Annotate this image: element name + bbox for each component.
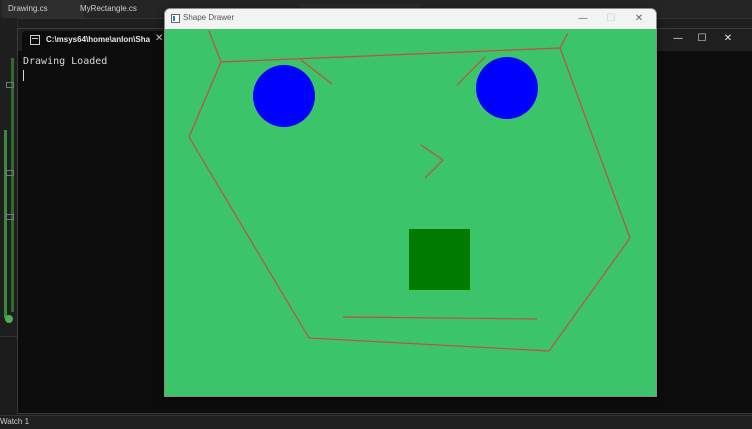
mouth-rectangle bbox=[409, 229, 470, 290]
terminal-cursor bbox=[23, 70, 24, 81]
line-shape bbox=[420, 144, 444, 161]
collapse-icon[interactable] bbox=[6, 170, 14, 176]
line-shapes bbox=[188, 30, 631, 352]
line-shape bbox=[188, 61, 222, 138]
change-indicator bbox=[4, 130, 7, 318]
line-shape bbox=[188, 136, 310, 339]
maximize-button[interactable]: ☐ bbox=[599, 11, 623, 27]
shape-drawer-window: Shape Drawer — ☐ ✕ bbox=[164, 8, 657, 397]
maximize-button[interactable]: ☐ bbox=[692, 32, 712, 46]
watch-tab[interactable]: Watch 1 bbox=[0, 417, 29, 426]
terminal-icon bbox=[30, 35, 40, 45]
drawing-canvas[interactable] bbox=[165, 29, 656, 396]
line-shape bbox=[559, 47, 631, 239]
minimize-button[interactable]: — bbox=[668, 32, 688, 46]
line-shape bbox=[208, 30, 222, 63]
line-shape bbox=[308, 337, 550, 352]
shape-drawer-titlebar: Shape Drawer — ☐ ✕ bbox=[165, 9, 656, 29]
line-shape bbox=[548, 237, 631, 352]
status-strip bbox=[0, 415, 752, 429]
status-ok-icon bbox=[5, 315, 13, 323]
terminal-tab[interactable]: C:\msys64\home\anlon\Shape ✕ bbox=[22, 31, 168, 51]
terminal-tab-title: C:\msys64\home\anlon\Shape bbox=[46, 35, 150, 44]
collapse-icon[interactable] bbox=[6, 214, 14, 220]
app-icon bbox=[171, 14, 180, 23]
line-shape bbox=[559, 32, 569, 49]
ide-tab-drawing[interactable]: Drawing.cs bbox=[2, 0, 84, 18]
line-shape bbox=[424, 159, 444, 179]
minimize-button[interactable]: — bbox=[571, 11, 595, 27]
drawing-surface bbox=[188, 30, 631, 352]
terminal-output: Drawing Loaded bbox=[23, 56, 108, 67]
editor-gutter bbox=[0, 18, 18, 323]
right-eye-circle bbox=[476, 57, 538, 119]
change-indicator bbox=[11, 58, 14, 312]
close-icon[interactable]: ✕ bbox=[155, 33, 163, 44]
collapse-icon[interactable] bbox=[6, 82, 14, 88]
close-button[interactable]: ✕ bbox=[627, 11, 651, 27]
window-title: Shape Drawer bbox=[183, 13, 235, 22]
ide-tab-myrectangle[interactable]: MyRectangle.cs bbox=[74, 0, 166, 18]
close-button[interactable]: ✕ bbox=[718, 32, 738, 46]
left-eye-circle bbox=[253, 65, 315, 127]
line-shape bbox=[342, 316, 538, 320]
